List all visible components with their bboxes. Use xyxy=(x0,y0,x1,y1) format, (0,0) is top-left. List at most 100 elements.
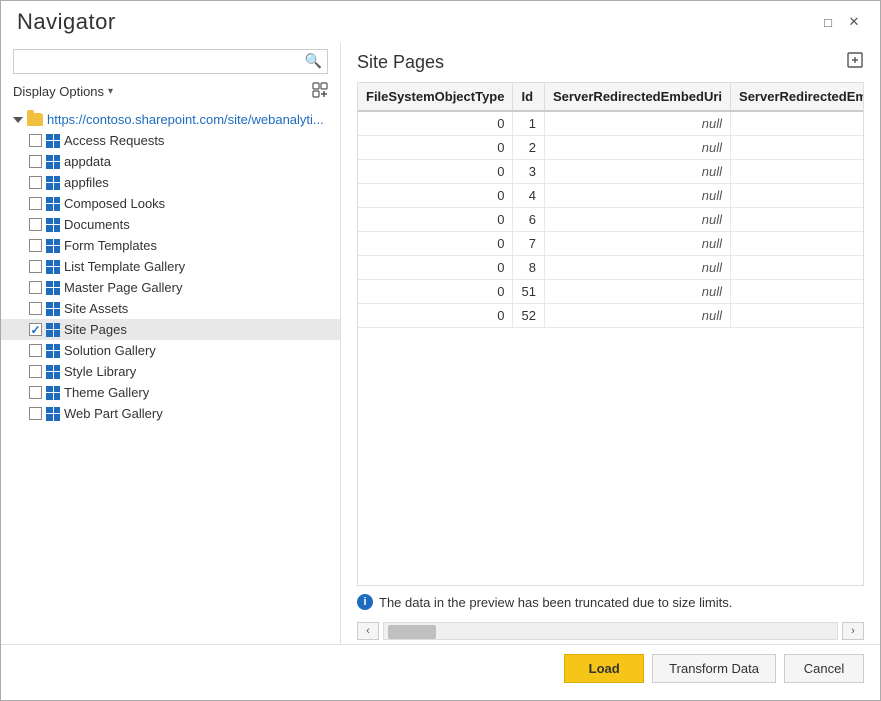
tree-item-checkbox[interactable] xyxy=(29,197,42,210)
display-options-button[interactable]: Display Options ▾ xyxy=(13,84,113,99)
tree-item[interactable]: ✓ Site Pages xyxy=(1,319,340,340)
export-button[interactable] xyxy=(846,51,864,74)
display-options-row: Display Options ▾ xyxy=(1,78,340,105)
cell-id: 51 xyxy=(513,280,544,304)
info-icon: i xyxy=(357,594,373,610)
col-header-serverredirectedembed: ServerRedirectedEmbed xyxy=(731,83,864,111)
cell-embed xyxy=(731,160,864,184)
right-panel-title: Site Pages xyxy=(357,52,444,73)
transform-data-button[interactable]: Transform Data xyxy=(652,654,776,683)
tree-item-checkbox[interactable] xyxy=(29,239,42,252)
cell-type: 0 xyxy=(358,136,513,160)
cell-embed xyxy=(731,111,864,136)
tree-item[interactable]: Site Assets xyxy=(1,298,340,319)
main-layout: 🔍 Display Options ▾ xyxy=(1,43,880,644)
tree-item-checkbox[interactable] xyxy=(29,365,42,378)
tree-item[interactable]: Master Page Gallery xyxy=(1,277,340,298)
cell-embed xyxy=(731,304,864,328)
tree-item-label: Composed Looks xyxy=(64,196,165,211)
cell-uri: null xyxy=(544,232,730,256)
cell-uri: null xyxy=(544,160,730,184)
tree-item-checkbox[interactable] xyxy=(29,407,42,420)
tree-item-checkbox[interactable] xyxy=(29,302,42,315)
list-icon xyxy=(46,344,60,358)
cell-type: 0 xyxy=(358,232,513,256)
tree-item-label: Theme Gallery xyxy=(64,385,149,400)
cell-type: 0 xyxy=(358,280,513,304)
table-row: 01null xyxy=(358,111,864,136)
tree-item-label: appdata xyxy=(64,154,111,169)
tree-item-label: Style Library xyxy=(64,364,136,379)
add-datasource-button[interactable] xyxy=(312,82,328,101)
tree-item-checkbox[interactable] xyxy=(29,281,42,294)
tree-item-checkbox[interactable]: ✓ xyxy=(29,323,42,336)
table-body: 01null02null03null04null06null07null08nu… xyxy=(358,111,864,328)
tree-item[interactable]: Access Requests xyxy=(1,130,340,151)
tree-item-checkbox[interactable] xyxy=(29,386,42,399)
cancel-button[interactable]: Cancel xyxy=(784,654,864,683)
tree-item-checkbox[interactable] xyxy=(29,344,42,357)
tree-item[interactable]: Composed Looks xyxy=(1,193,340,214)
data-table: FileSystemObjectType Id ServerRedirected… xyxy=(358,83,864,328)
cell-id: 4 xyxy=(513,184,544,208)
col-header-serverredirectedembeduri: ServerRedirectedEmbedUri xyxy=(544,83,730,111)
scroll-right-button[interactable]: › xyxy=(842,622,864,640)
tree-item-label: appfiles xyxy=(64,175,109,190)
close-button[interactable]: ✕ xyxy=(844,12,864,32)
list-icon xyxy=(46,134,60,148)
expand-icon xyxy=(13,117,23,123)
data-table-container: FileSystemObjectType Id ServerRedirected… xyxy=(357,82,864,586)
minimize-button[interactable]: □ xyxy=(818,12,838,32)
truncated-text: The data in the preview has been truncat… xyxy=(379,595,732,610)
tree-root-item[interactable]: https://contoso.sharepoint.com/site/weba… xyxy=(1,109,340,130)
tree-item[interactable]: Web Part Gallery xyxy=(1,403,340,424)
tree-item[interactable]: appdata xyxy=(1,151,340,172)
cell-id: 3 xyxy=(513,160,544,184)
scroll-left-button[interactable]: ‹ xyxy=(357,622,379,640)
search-icon[interactable]: 🔍 xyxy=(305,52,322,69)
scroll-track[interactable] xyxy=(383,622,838,640)
tree-item-checkbox[interactable] xyxy=(29,260,42,273)
cell-uri: null xyxy=(544,256,730,280)
tree-item[interactable]: Solution Gallery xyxy=(1,340,340,361)
cell-embed xyxy=(731,256,864,280)
tree-item-checkbox[interactable] xyxy=(29,218,42,231)
tree-item[interactable]: Theme Gallery xyxy=(1,382,340,403)
tree-item[interactable]: List Template Gallery xyxy=(1,256,340,277)
cell-type: 0 xyxy=(358,160,513,184)
scroll-thumb[interactable] xyxy=(388,625,436,639)
tree-item-label: Site Pages xyxy=(64,322,127,337)
table-row: 07null xyxy=(358,232,864,256)
tree-item-checkbox[interactable] xyxy=(29,155,42,168)
right-panel-header: Site Pages xyxy=(357,51,864,74)
tree-item-label: Site Assets xyxy=(64,301,128,316)
tree-item-checkbox[interactable] xyxy=(29,134,42,147)
cell-embed xyxy=(731,232,864,256)
cell-embed xyxy=(731,280,864,304)
cell-uri: null xyxy=(544,208,730,232)
cell-id: 6 xyxy=(513,208,544,232)
title-bar: Navigator □ ✕ xyxy=(1,1,880,35)
list-icon xyxy=(46,407,60,421)
load-button[interactable]: Load xyxy=(564,654,644,683)
search-container: 🔍 xyxy=(1,43,340,78)
table-row: 04null xyxy=(358,184,864,208)
table-row: 02null xyxy=(358,136,864,160)
list-icon xyxy=(46,218,60,232)
table-header-row: FileSystemObjectType Id ServerRedirected… xyxy=(358,83,864,111)
col-header-filesystemobjecttype: FileSystemObjectType xyxy=(358,83,513,111)
tree-item-checkbox[interactable] xyxy=(29,176,42,189)
tree-item[interactable]: Documents xyxy=(1,214,340,235)
root-label: https://contoso.sharepoint.com/site/weba… xyxy=(47,112,324,127)
tree-item-label: Web Part Gallery xyxy=(64,406,163,421)
tree-item-label: Form Templates xyxy=(64,238,157,253)
col-header-id: Id xyxy=(513,83,544,111)
display-options-label: Display Options xyxy=(13,84,104,99)
tree-item[interactable]: Form Templates xyxy=(1,235,340,256)
table-row: 08null xyxy=(358,256,864,280)
tree-item[interactable]: Style Library xyxy=(1,361,340,382)
footer: Load Transform Data Cancel xyxy=(1,644,880,692)
tree-item[interactable]: appfiles xyxy=(1,172,340,193)
search-input[interactable] xyxy=(13,49,328,74)
cell-uri: null xyxy=(544,184,730,208)
